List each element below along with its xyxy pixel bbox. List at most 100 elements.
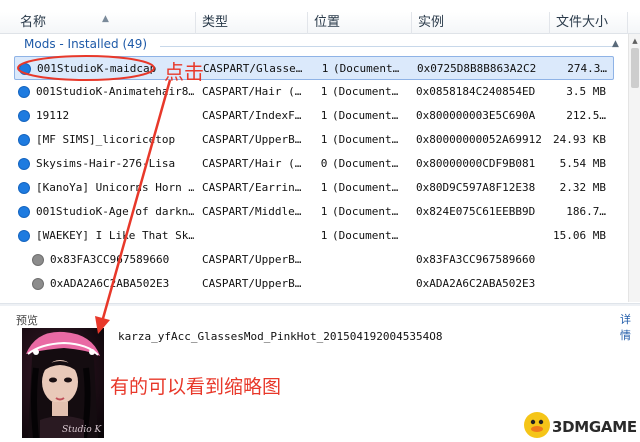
group-title: Mods - Installed (49) — [24, 37, 148, 51]
column-instance[interactable]: 实例 — [412, 12, 550, 34]
collapse-icon[interactable]: ▲ — [612, 39, 619, 49]
mod-size — [546, 248, 606, 272]
annotation-click-text: 点击 — [164, 60, 204, 84]
mod-location: (Document… — [332, 85, 399, 98]
group-header-mods-installed[interactable]: Mods - Installed (49) ▲ — [0, 35, 628, 55]
mod-instance: 0x80000000CDF9B081 — [416, 157, 536, 170]
mod-status-icon — [18, 230, 30, 242]
mod-type: CASPART/IndexF… — [202, 109, 302, 122]
mod-location: (Document… — [332, 109, 399, 122]
mod-location: (Document… — [332, 181, 399, 194]
duck-logo-icon — [524, 412, 550, 438]
mod-row[interactable]: 001StudioK-Age of darkn… CASPART/Middle… 1… — [14, 200, 614, 224]
mod-instance: 0x800000003E5C690A — [416, 109, 536, 122]
scroll-thumb[interactable] — [631, 48, 639, 88]
mod-location-index: 1 — [321, 62, 329, 75]
mod-row[interactable]: 0x83FA3CC967589660 CASPART/UpperB… 0x83FA3… — [14, 248, 614, 272]
mod-row[interactable]: [KanoYa] Unicorns Horn … CASPART/Earrin… 1… — [14, 176, 614, 200]
vertical-scrollbar[interactable]: ▲ — [628, 34, 640, 302]
mod-name: [MF SIMS]_licoricetop — [36, 133, 176, 146]
mod-instance: 0x80000000052A69912 — [416, 133, 542, 146]
mod-size: 24.93 KB — [553, 133, 606, 146]
column-location[interactable]: 位置 — [308, 12, 412, 34]
mod-name: 001StudioK-Age of darkn… — [36, 205, 194, 218]
mod-location-index: 0 — [320, 157, 328, 170]
mod-thumbnail-image: Studio K — [22, 328, 104, 438]
column-size[interactable]: 文件大小 — [550, 12, 628, 34]
mod-location-index: 1 — [320, 85, 328, 98]
mod-size: 274.3… — [567, 62, 607, 75]
mod-location: (Document… — [332, 229, 399, 242]
mod-size: 15.06 MB — [553, 229, 606, 242]
preview-splitter[interactable] — [0, 303, 640, 306]
mod-name: 19112 — [36, 109, 70, 122]
mod-size: 5.54 MB — [559, 157, 606, 170]
mod-type: CASPART/UpperB… — [202, 277, 302, 290]
mod-instance: 0x824E075C61EEBB9D — [416, 205, 536, 218]
mod-size: 212.5… — [566, 109, 606, 122]
mod-row[interactable]: 001StudioK-maidcap CASPART/Glasse… 1 (Docum… — [14, 56, 614, 80]
mod-row[interactable]: 19112 CASPART/IndexF… 1 (Document… 0x8000000… — [14, 104, 614, 128]
mod-size: 186.7… — [566, 205, 606, 218]
mod-name: 0x83FA3CC967589660 — [50, 253, 170, 266]
mod-status-icon — [18, 182, 30, 194]
mod-row[interactable]: [WAEKEY] I Like That Sk… 1 (Document… 15.06… — [14, 224, 614, 248]
mod-type: CASPART/UpperB… — [202, 253, 302, 266]
mod-row[interactable]: Skysims-Hair-276-Lisa CASPART/Hair (… 0 (Do… — [14, 152, 614, 176]
mod-status-icon — [18, 86, 30, 98]
mod-instance: 0xADA2A6C2ABA502E3 — [416, 277, 536, 290]
mod-location: (Document… — [332, 205, 399, 218]
mod-location-index: 1 — [320, 229, 328, 242]
mod-row[interactable]: [MF SIMS]_licoricetop CASPART/UpperB… 1 (Do… — [14, 128, 614, 152]
mod-instance: 0x0725D8B8B863A2C2 — [417, 62, 537, 75]
mod-size: 3.5 MB — [566, 85, 606, 98]
mod-row[interactable]: 0xADA2A6C2ABA502E3 CASPART/UpperB… 0xADA2A… — [14, 272, 614, 296]
mod-instance — [416, 224, 546, 248]
mod-name: [WAEKEY] I Like That Sk… — [36, 229, 194, 242]
mod-instance: 0x80D9C597A8F12E38 — [416, 181, 536, 194]
mod-name: Skysims-Hair-276-Lisa — [36, 157, 176, 170]
mod-status-icon — [18, 134, 30, 146]
mod-location-index: 1 — [320, 181, 328, 194]
watermark-text: 3DMGAME — [552, 418, 637, 436]
mod-location-index: 1 — [320, 109, 328, 122]
mod-type: CASPART/Hair (… — [202, 85, 302, 98]
group-divider — [160, 46, 615, 47]
column-header: ▲ 名称 类型 位置 实例 文件大小 — [0, 12, 640, 34]
mod-status-icon — [32, 278, 44, 290]
mod-manager-panel: ▲ 名称 类型 位置 实例 文件大小 Mods - Installed (49)… — [0, 0, 640, 442]
mod-location — [332, 272, 412, 296]
mod-location-index: 1 — [320, 205, 328, 218]
mod-location-index — [316, 272, 332, 296]
thumbnail-signature: Studio K — [62, 425, 102, 435]
mod-instance: 0x0858184C240854ED — [416, 85, 536, 98]
mod-type — [202, 224, 312, 248]
mod-type: CASPART/Glasse… — [203, 62, 303, 75]
mod-row[interactable]: 001StudioK-Animatehair8… CASPART/Hair (… 1… — [14, 80, 614, 104]
mod-location: (Document… — [332, 133, 399, 146]
mod-name: 0xADA2A6C2ABA502E3 — [50, 277, 170, 290]
mod-location — [332, 248, 412, 272]
mod-size — [546, 272, 606, 296]
mod-name: [KanoYa] Unicorns Horn … — [36, 181, 194, 194]
mod-location-index — [316, 248, 332, 272]
mod-type: CASPART/Middle… — [202, 205, 302, 218]
preview-label: 预览 — [16, 314, 38, 327]
mod-status-icon — [19, 63, 31, 75]
scroll-up-icon[interactable]: ▲ — [630, 36, 640, 46]
mod-status-icon — [18, 110, 30, 122]
watermark-3dmgame: 3DMGAME — [522, 408, 640, 442]
column-name[interactable]: 名称 — [0, 12, 196, 34]
mod-location: (Document… — [332, 157, 399, 170]
mod-type: CASPART/UpperB… — [202, 133, 302, 146]
mod-location: (Document… — [333, 62, 400, 75]
preview-filename: karza_yfAcc_GlassesMod_PinkHot_201504192… — [118, 330, 443, 343]
column-type[interactable]: 类型 — [196, 12, 308, 34]
details-link[interactable]: 详情 — [620, 311, 640, 343]
mod-status-icon — [18, 206, 30, 218]
mod-status-icon — [18, 158, 30, 170]
mod-location-index: 1 — [320, 133, 328, 146]
mod-status-icon — [32, 254, 44, 266]
mod-type: CASPART/Earrin… — [202, 181, 302, 194]
mod-instance: 0x83FA3CC967589660 — [416, 253, 536, 266]
